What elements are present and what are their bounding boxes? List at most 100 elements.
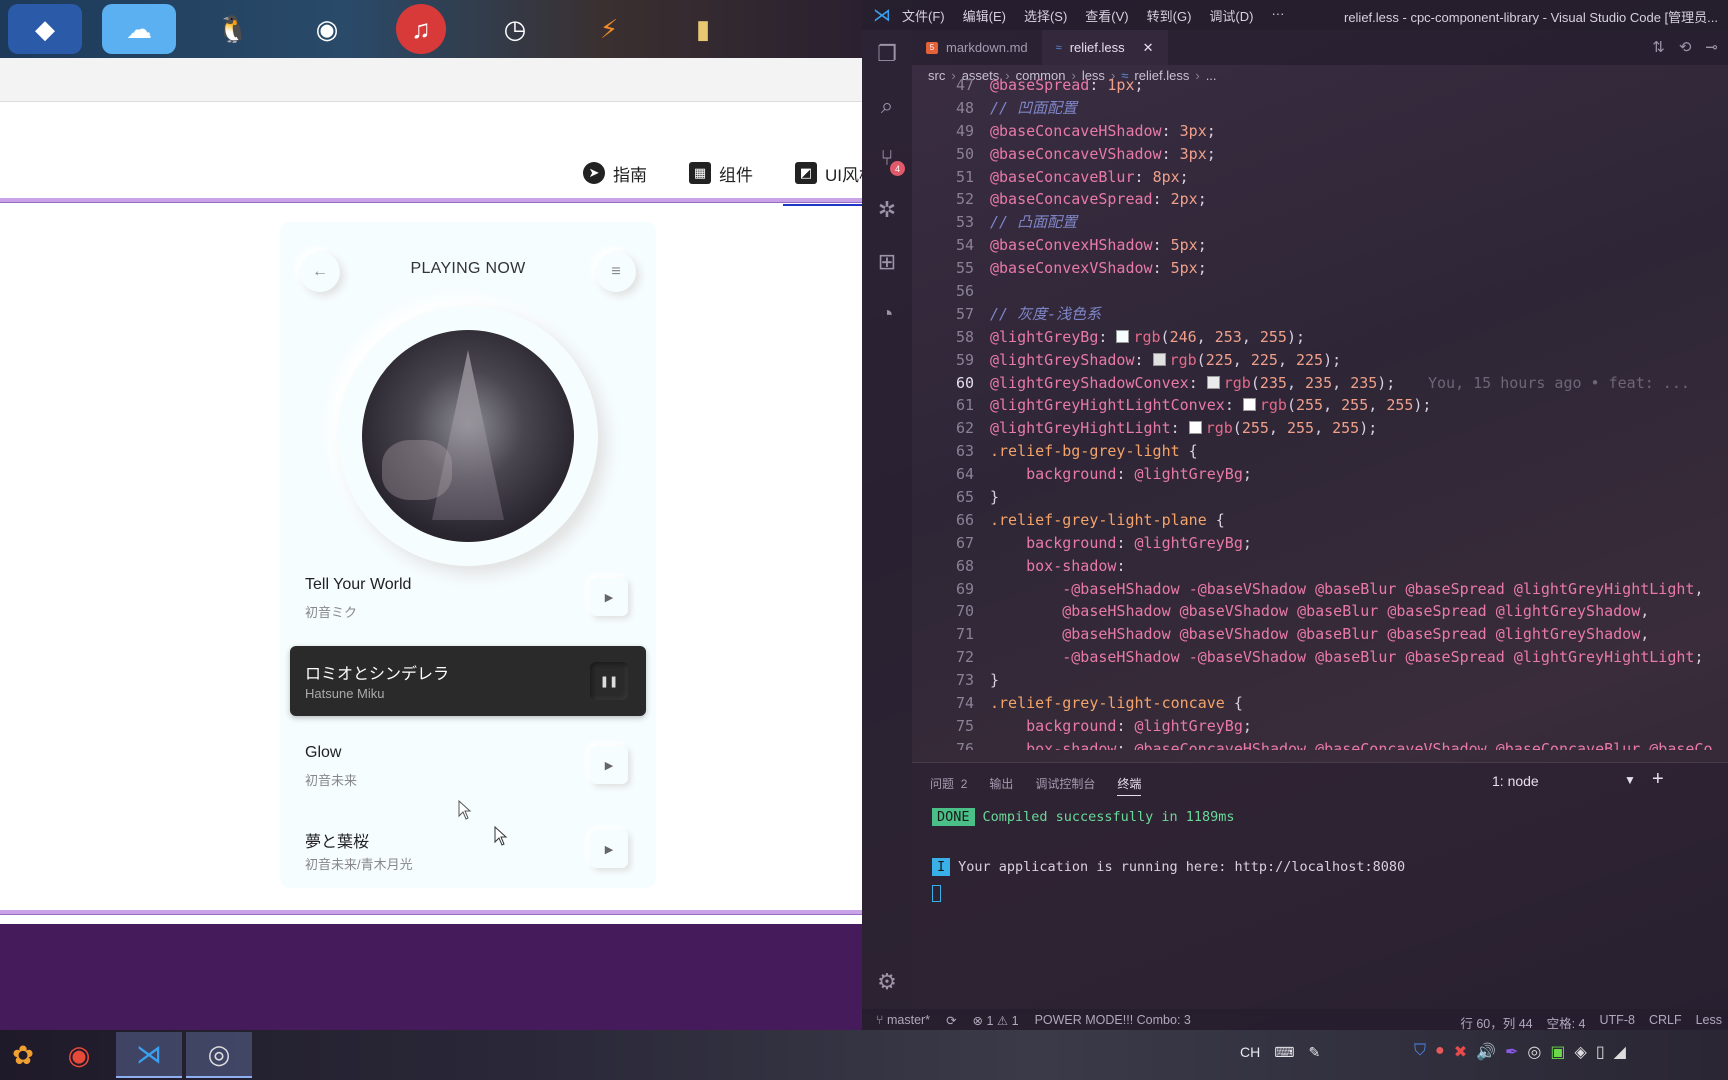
code-line[interactable]: 47 @baseSpread: 1px; xyxy=(912,74,1728,97)
code-line[interactable]: 55 @baseConvexVShadow: 5px; xyxy=(912,257,1728,280)
panel-tab-terminal[interactable]: 终端 xyxy=(1117,775,1142,796)
code-line[interactable]: 63 .relief-bg-grey-light { xyxy=(912,440,1728,463)
menu-more[interactable]: ··· xyxy=(1271,6,1284,25)
code-line[interactable]: 76 box-shadow: @baseConcaveHShadow @base… xyxy=(912,738,1728,750)
nav-item-components[interactable]: ▦ 组件 xyxy=(689,158,753,188)
code-line[interactable]: 58 @lightGreyBg: rgb(246, 253, 255); xyxy=(912,326,1728,349)
code-line[interactable]: 65} xyxy=(912,486,1728,509)
problems-status[interactable]: ⊗ 1 ⚠ 1 xyxy=(973,1013,1019,1028)
code-line[interactable]: 72 -@baseHShadow -@baseVShadow @baseBlur… xyxy=(912,646,1728,669)
code-line[interactable]: 53 // 凸面配置 xyxy=(912,211,1728,234)
debug-icon[interactable]: ✲ xyxy=(873,196,901,224)
song-item[interactable]: 夢と葉桜 初音未来/青木月光 ▶ xyxy=(290,814,646,884)
code-line[interactable]: 70 @baseHShadow @baseVShadow @baseBlur @… xyxy=(912,600,1728,623)
menu-go[interactable]: 转到(G) xyxy=(1147,6,1192,25)
code-line[interactable]: 66 .relief-grey-light-plane { xyxy=(912,509,1728,532)
pause-button[interactable]: ❚❚ xyxy=(590,662,628,700)
pen-icon[interactable]: ✎ xyxy=(1308,1044,1320,1061)
shield-icon[interactable]: ⛉ xyxy=(1414,1042,1426,1062)
close-app-icon[interactable]: ✖ xyxy=(1454,1042,1467,1062)
code-line[interactable]: 48 // 凹面配置 xyxy=(912,97,1728,120)
code-line[interactable]: 50 @baseConcaveVShadow: 3px; xyxy=(912,143,1728,166)
code-text: @baseHShadow @baseVShadow @baseBlur @bas… xyxy=(1062,602,1650,621)
tab-relief-less[interactable]: ≈ relief.less ✕ xyxy=(1041,30,1168,65)
network-icon[interactable]: ◢ xyxy=(1614,1042,1626,1062)
code-line[interactable]: 61 @lightGreyHightLightConvex: rgb(255, 2… xyxy=(912,394,1728,417)
qq-app-icon[interactable]: 🐧 xyxy=(196,4,270,54)
code-line[interactable]: 56 xyxy=(912,280,1728,303)
clock-app-icon[interactable]: ◷ xyxy=(478,4,552,54)
game-app-icon[interactable]: ⚡ xyxy=(572,4,646,54)
panel-tab-problems[interactable]: 问题 2 xyxy=(930,775,967,796)
chrome-app-icon[interactable]: ◉ xyxy=(290,4,364,54)
code-editor[interactable]: 47 @baseSpread: 1px; 48 // 凹面配置 49 @baseConca… xyxy=(912,74,1728,750)
pen-app-icon[interactable]: ✒ xyxy=(1505,1042,1518,1062)
menu-view[interactable]: 查看(V) xyxy=(1085,6,1128,25)
obs-tray-icon[interactable]: ◎ xyxy=(1527,1042,1541,1062)
sync-icon[interactable]: ⟳ xyxy=(946,1013,956,1028)
panel-tab-debug-console[interactable]: 调试控制台 xyxy=(1035,775,1095,796)
code-line[interactable]: 60 @lightGreyShadowConvex: rgb(235, 235, … xyxy=(912,372,1728,395)
play-button[interactable]: ▶ xyxy=(590,830,628,868)
nvidia-icon[interactable]: ▣ xyxy=(1550,1042,1565,1062)
menu-edit[interactable]: 编辑(E) xyxy=(963,6,1006,25)
next-change-icon[interactable]: ⊸ xyxy=(1705,38,1718,56)
chevron-down-icon[interactable]: ▼ xyxy=(1624,773,1636,787)
code-line[interactable]: 67 background: @lightGreyBg; xyxy=(912,532,1728,555)
revert-icon[interactable]: ⟲ xyxy=(1679,38,1692,56)
netease-music-icon[interactable]: ♫ xyxy=(396,4,446,54)
code-line[interactable]: 68 box-shadow: xyxy=(912,555,1728,578)
code-line[interactable]: 74 .relief-grey-light-concave { xyxy=(912,692,1728,715)
menu-file[interactable]: 文件(F) xyxy=(902,6,945,25)
chrome-taskbar-icon[interactable]: ◉ xyxy=(46,1032,112,1078)
code-line[interactable]: 64 background: @lightGreyBg; xyxy=(912,463,1728,486)
code-text: @baseConcaveHShadow: 3px; xyxy=(990,121,1216,140)
browser-address-bar[interactable] xyxy=(0,58,862,102)
close-icon[interactable]: ✕ xyxy=(1143,40,1154,56)
play-button[interactable]: ▶ xyxy=(590,746,628,784)
song-item[interactable]: Tell Your World 初音ミク ▶ xyxy=(290,562,646,632)
code-line[interactable]: 69 -@baseHShadow -@baseVShadow @baseBlur… xyxy=(912,578,1728,601)
terminal-output[interactable]: DONE Compiled successfully in 1189ms I You… xyxy=(932,808,1405,906)
intel-app-icon[interactable]: ◆ xyxy=(8,4,82,54)
ime-indicator[interactable]: CH xyxy=(1240,1044,1260,1061)
song-item-playing[interactable]: ロミオとシンデレラ Hatsune Miku ❚❚ xyxy=(290,646,646,716)
nav-item-guide[interactable]: ➤ 指南 xyxy=(583,158,647,188)
terminal-select[interactable]: 1: node xyxy=(1492,773,1539,789)
search-icon[interactable]: ⌕ xyxy=(873,92,901,120)
code-line[interactable]: 49 @baseConcaveHShadow: 3px; xyxy=(912,120,1728,143)
file-app-icon[interactable]: ▮ xyxy=(666,4,740,54)
record-icon[interactable]: ● xyxy=(1435,1042,1445,1062)
compare-changes-icon[interactable]: ⇅ xyxy=(1652,38,1665,56)
menu-selection[interactable]: 选择(S) xyxy=(1024,6,1067,25)
battery-icon[interactable]: ▯ xyxy=(1596,1042,1605,1062)
code-line[interactable]: 57 // 灰度-浅色系 xyxy=(912,303,1728,326)
code-line[interactable]: 73} xyxy=(912,669,1728,692)
panel-tab-output[interactable]: 输出 xyxy=(989,775,1013,796)
git-branch[interactable]: ⑂ master* xyxy=(876,1013,930,1028)
code-line[interactable]: 62 @lightGreyHightLight: rgb(255, 255, 25… xyxy=(912,417,1728,440)
vscode-taskbar-icon[interactable]: ⋊ xyxy=(116,1032,182,1078)
new-terminal-icon[interactable]: + xyxy=(1652,768,1664,791)
settings-gear-icon[interactable]: ⚙ xyxy=(873,968,901,996)
keyboard-icon[interactable]: ⌨ xyxy=(1274,1044,1294,1061)
code-line[interactable]: 52 @baseConcaveSpread: 2px; xyxy=(912,188,1728,211)
song-item[interactable]: Glow 初音未来 ▶ xyxy=(290,730,646,800)
menu-button[interactable]: ≡ xyxy=(596,252,636,292)
menu-debug[interactable]: 调试(D) xyxy=(1209,6,1253,25)
extensions-icon[interactable]: ⊞ xyxy=(873,248,901,276)
obs-taskbar-icon[interactable]: ◎ xyxy=(186,1032,252,1078)
source-control-icon[interactable]: ⑂ 4 xyxy=(873,144,905,176)
volume-icon[interactable]: 🔊 xyxy=(1476,1042,1496,1062)
tray-app-icon[interactable]: ◈ xyxy=(1575,1042,1587,1062)
tab-markdown[interactable]: 5 markdown.md xyxy=(912,30,1042,65)
code-line[interactable]: 71 @baseHShadow @baseVShadow @baseBlur @… xyxy=(912,623,1728,646)
cloud-app-icon[interactable]: ☁ xyxy=(102,4,176,54)
code-line[interactable]: 59 @lightGreyShadow: rgb(225, 225, 225); xyxy=(912,349,1728,372)
code-line[interactable]: 51 @baseConcaveBlur: 8px; xyxy=(912,166,1728,189)
code-line[interactable]: 75 background: @lightGreyBg; xyxy=(912,715,1728,738)
git-graph-icon[interactable]: ◔ xyxy=(873,300,901,328)
explorer-icon[interactable]: ❐ xyxy=(873,40,901,68)
code-line[interactable]: 54 @baseConvexHShadow: 5px; xyxy=(912,234,1728,257)
play-button[interactable]: ▶ xyxy=(590,578,628,616)
